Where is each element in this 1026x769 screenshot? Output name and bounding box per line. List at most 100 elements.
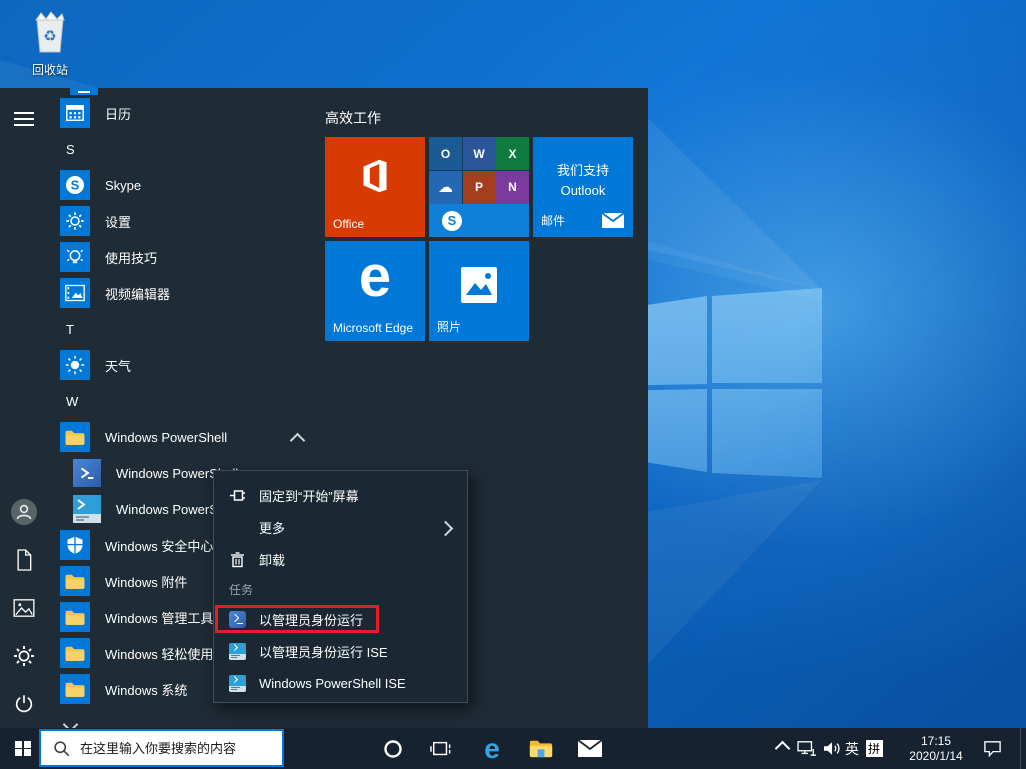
pictures-icon [13, 599, 35, 617]
chevron-up-icon [774, 741, 790, 757]
folder-icon [60, 566, 90, 596]
tile-microsoft-edge[interactable]: e Microsoft Edge [325, 241, 425, 341]
ime-mode-icon: 拼 [866, 740, 883, 757]
taskbar-search-box[interactable] [39, 729, 284, 767]
file-explorer-button[interactable] [525, 728, 557, 769]
settings-button[interactable] [0, 632, 48, 680]
powerpoint-icon: P [463, 171, 496, 204]
app-label: 日历 [105, 104, 131, 123]
app-group-letter-w[interactable]: W [66, 383, 78, 419]
mail-icon [578, 740, 602, 757]
mail-taskbar-button[interactable] [574, 728, 606, 769]
tile-label: 邮件 [541, 212, 565, 229]
tile-group-title[interactable]: 高效工作 [325, 108, 641, 128]
show-desktop-button[interactable] [1020, 728, 1026, 769]
tile-outlook-mail[interactable]: 我们支持 Outlook 邮件 [533, 137, 633, 237]
app-item-settings[interactable]: 设置 [60, 203, 322, 239]
menu-item-pin-to-start[interactable]: 固定到“开始”屏幕 [214, 479, 467, 511]
tray-show-hidden-icons[interactable] [770, 728, 794, 769]
app-group-letter-t[interactable]: T [66, 311, 74, 347]
chevron-up-icon [290, 433, 306, 449]
menu-section-tasks: 任务 [229, 575, 482, 603]
task-view-button[interactable] [426, 728, 456, 769]
tile-photos[interactable]: 照片 [429, 241, 529, 341]
hamburger-menu-button[interactable] [0, 95, 48, 143]
action-center-icon [983, 740, 1002, 757]
menu-item-uninstall[interactable]: 卸载 [214, 543, 467, 575]
app-label: Windows 轻松使用 [105, 644, 213, 663]
app-item-calendar[interactable]: 日历 [60, 95, 322, 131]
app-item-weather[interactable]: 天气 [60, 347, 322, 383]
skype-icon: S [60, 170, 90, 200]
outlook-icon: O [429, 137, 462, 170]
photos-icon [461, 267, 497, 303]
powershell-ise-icon [229, 675, 246, 692]
powershell-ise-icon [73, 495, 101, 523]
hamburger-icon [14, 111, 34, 127]
pin-icon [229, 487, 246, 504]
trash-icon [229, 551, 246, 568]
office-logo-icon [351, 153, 397, 199]
menu-item-label: 更多 [259, 518, 285, 537]
search-icon [53, 740, 70, 757]
app-label: 视频编辑器 [105, 284, 170, 303]
powershell-context-menu: 固定到“开始”屏幕 更多 卸载 任务 以管理员身份运行 以管理员身份运行 ISE… [213, 470, 468, 703]
app-label: 设置 [105, 212, 131, 231]
app-item-tips[interactable]: 使用技巧 [60, 239, 322, 275]
group-letter: S [66, 142, 75, 157]
power-button[interactable] [0, 680, 48, 728]
app-folder-windows-powershell[interactable]: Windows PowerShell [60, 419, 322, 455]
group-letter: W [66, 394, 78, 409]
menu-item-more[interactable]: 更多 [214, 511, 467, 543]
menu-item-run-as-administrator-ise[interactable]: 以管理员身份运行 ISE [214, 635, 467, 667]
svg-text:♻: ♻ [43, 28, 56, 45]
menu-icon-spacer [229, 519, 246, 536]
tray-network-button[interactable] [794, 728, 820, 769]
user-avatar-icon [11, 499, 37, 525]
group-letter: T [66, 322, 74, 337]
app-label: 天气 [105, 356, 131, 375]
documents-button[interactable] [0, 536, 48, 584]
app-group-letter-s[interactable]: S [66, 131, 75, 167]
sun-icon [60, 350, 90, 380]
app-label: Windows 系统 [105, 680, 187, 699]
pictures-button[interactable] [0, 584, 48, 632]
document-icon [14, 548, 34, 572]
onenote-icon: N [496, 171, 529, 204]
clock-time: 17:15 [921, 734, 951, 749]
app-item-video-editor[interactable]: 视频编辑器 [60, 275, 322, 311]
file-explorer-icon [529, 739, 553, 758]
tile-label: Microsoft Edge [333, 321, 413, 335]
tile-label: Office [333, 217, 364, 231]
volume-icon [823, 740, 842, 757]
powershell-ise-icon [229, 643, 246, 660]
app-item-skype[interactable]: S Skype [60, 167, 322, 203]
svg-text:S: S [71, 178, 80, 193]
app-label: 使用技巧 [105, 248, 157, 267]
tile-office-collage[interactable]: O W X ☁ P N S [429, 137, 529, 237]
task-view-icon [430, 739, 452, 759]
tray-ime-language-button[interactable]: 英 [841, 728, 863, 769]
tray-ime-mode-button[interactable]: 拼 [862, 728, 886, 769]
word-icon: W [463, 137, 496, 170]
cortana-button[interactable] [378, 728, 408, 769]
user-account-button[interactable] [0, 488, 48, 536]
start-button[interactable] [8, 728, 38, 769]
tile-office[interactable]: Office [325, 137, 425, 237]
network-icon [797, 740, 817, 757]
edge-taskbar-button[interactable]: e [476, 728, 508, 769]
search-input[interactable] [78, 740, 267, 757]
action-center-button[interactable] [978, 728, 1006, 769]
app-icon-partial [70, 88, 98, 95]
excel-icon: X [496, 137, 529, 170]
menu-item-windows-powershell-ise[interactable]: Windows PowerShell ISE [214, 667, 467, 699]
tray-clock[interactable]: 17:15 2020/1/14 [898, 728, 974, 769]
power-icon [13, 693, 35, 715]
folder-icon [60, 602, 90, 632]
recycle-bin-glyph: ♻ [30, 8, 70, 55]
recycle-bin-icon[interactable]: ♻ 回收站 [20, 8, 80, 78]
app-label: Skype [105, 178, 141, 193]
cortana-icon [383, 739, 403, 759]
clock-date: 2020/1/14 [909, 749, 962, 764]
folder-icon [60, 638, 90, 668]
